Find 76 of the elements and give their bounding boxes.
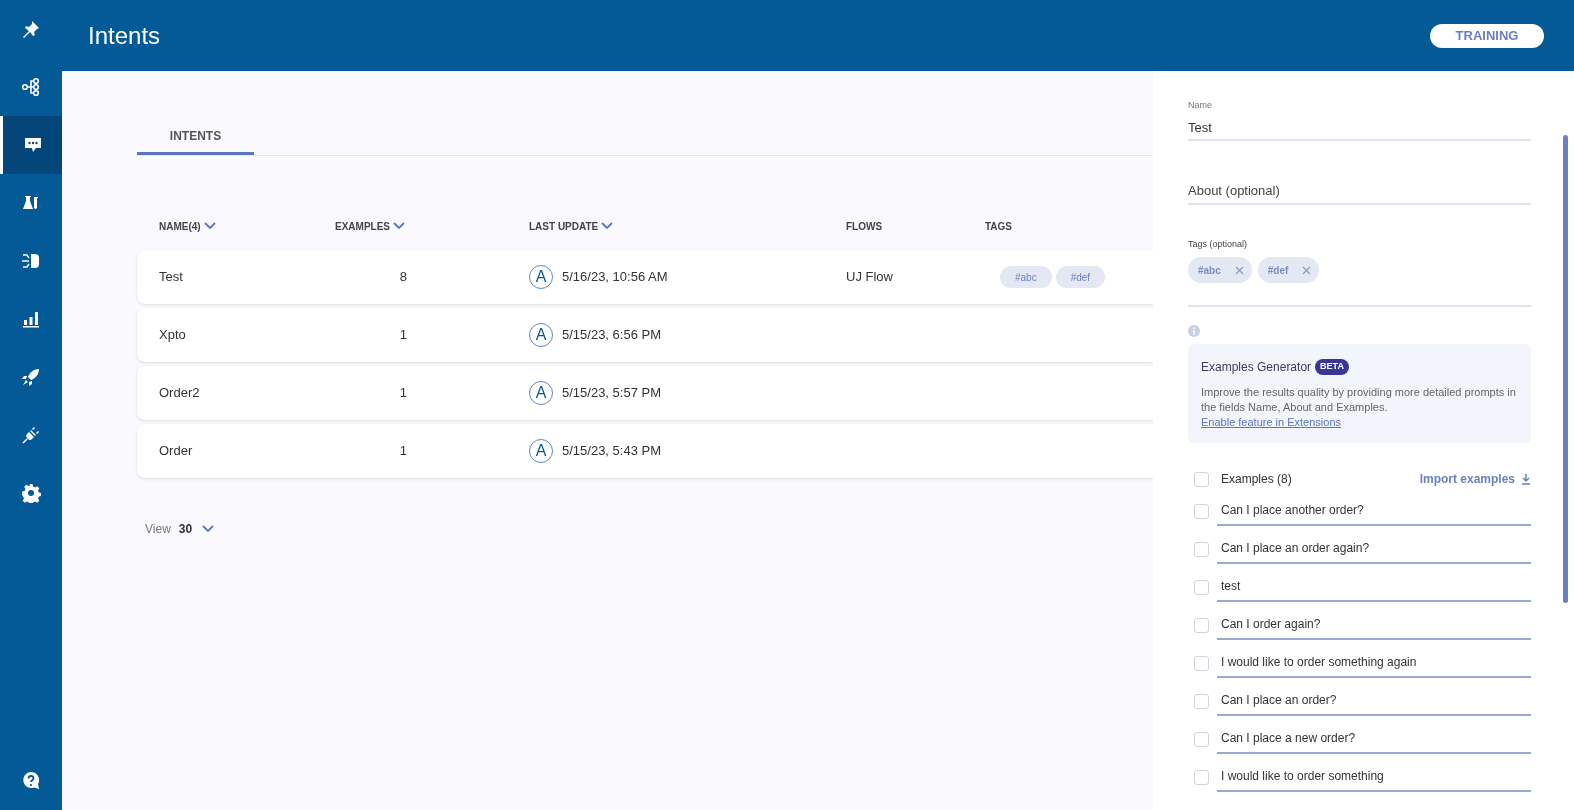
checkbox[interactable] xyxy=(1194,541,1209,557)
table-cell-text: 5/15/23, 5:43 PM xyxy=(562,442,661,461)
example-field[interactable]: test xyxy=(1217,572,1531,602)
chevron-icon xyxy=(202,525,215,533)
training-button[interactable]: TRAINING xyxy=(1430,23,1544,48)
table-cell: Xpto xyxy=(159,327,186,343)
table-cell: Order2 xyxy=(159,385,200,401)
field-label: Tags (optional) xyxy=(1188,237,1249,251)
table-cell-text: 5/15/23, 5:57 PM xyxy=(562,384,661,403)
table-row[interactable]: Test 8 A 5/16/23, 10:56 AM UJ Flow #abc #def xyxy=(137,250,1153,304)
bar-chart-icon xyxy=(21,309,41,329)
node-tree-icon xyxy=(21,77,41,97)
import-examples-button[interactable]: Import examples xyxy=(1419,470,1531,488)
tag-chip: #def xyxy=(1257,257,1320,283)
table-row[interactable]: Xpto 1 A 5/15/23, 6:56 PM xyxy=(137,308,1153,362)
table-cell-text: 5/16/23, 10:56 AM xyxy=(562,268,668,287)
table-cell: Order xyxy=(159,443,193,459)
column-header[interactable]: EXAMPLES xyxy=(335,218,405,234)
intents-tab[interactable]: INTENTS xyxy=(137,119,254,155)
remove-tag-icon[interactable] xyxy=(1234,265,1244,275)
example-field[interactable]: Can I place another order? xyxy=(1217,496,1531,526)
settings-icon xyxy=(21,483,41,503)
rocket-icon xyxy=(21,367,41,387)
example-field[interactable]: I would like to order something again xyxy=(1217,648,1531,678)
examples-label: Examples (8) xyxy=(1221,471,1292,488)
sidebar-item[interactable] xyxy=(0,116,62,174)
info-icon xyxy=(1188,325,1200,337)
checkbox[interactable] xyxy=(1194,579,1209,595)
table-cell-text: 5/15/23, 6:56 PM xyxy=(562,326,661,345)
plug-icon xyxy=(21,425,41,445)
column-header: FLOWS xyxy=(846,219,883,234)
download-icon xyxy=(1521,473,1531,485)
name-field[interactable]: Test xyxy=(1188,116,1531,141)
remove-tag-icon[interactable] xyxy=(1302,265,1312,275)
example-field[interactable]: Can I order again? xyxy=(1217,610,1531,640)
about-field[interactable]: About (optional) xyxy=(1188,177,1531,205)
generator-description: Improve the results quality by providing more detailed prompts in the fields Name, About and Examples. xyxy=(1201,385,1517,415)
table-cell: UJ Flow xyxy=(846,269,893,285)
tag-chip: #abc xyxy=(1188,257,1252,283)
checkbox[interactable] xyxy=(1194,655,1209,671)
table-row[interactable]: Order 1 A 5/15/23, 5:43 PM xyxy=(137,424,1153,478)
extensions-link[interactable]: Enable feature in Extensions xyxy=(1201,415,1342,430)
pin-icon xyxy=(21,19,41,39)
help-icon xyxy=(21,771,41,791)
chevron-icon xyxy=(601,222,614,230)
example-field[interactable]: I would like to order something xyxy=(1217,762,1531,792)
checkbox[interactable] xyxy=(1194,471,1209,487)
field-label: Name xyxy=(1188,99,1213,112)
example-field[interactable]: Can I place a new order? xyxy=(1217,724,1531,754)
chevron-icon xyxy=(203,222,216,230)
checkbox[interactable] xyxy=(1194,503,1209,519)
checkbox[interactable] xyxy=(1194,617,1209,633)
table-cell-text: 8 xyxy=(398,268,407,287)
column-header[interactable]: LAST UPDATE xyxy=(529,218,614,234)
table-cell: Test xyxy=(159,269,183,285)
checkbox[interactable] xyxy=(1194,693,1209,709)
tag: #def xyxy=(1055,266,1106,288)
view-label: View xyxy=(145,521,171,538)
example-field[interactable]: Can I place an order again? xyxy=(1217,534,1531,564)
page-title: Intents xyxy=(88,20,161,51)
page-size-dropdown[interactable]: 30 xyxy=(178,520,215,538)
column-header[interactable]: NAME(4) xyxy=(159,218,216,234)
brain-circuit-icon xyxy=(21,251,41,271)
chevron-icon xyxy=(393,222,405,230)
beta-badge: BETA xyxy=(1315,359,1349,375)
tag: #abc xyxy=(1000,266,1052,288)
table-cell-text: 1 xyxy=(398,326,407,345)
table-cell-text: 1 xyxy=(398,384,407,403)
column-header: TAGS xyxy=(985,219,1013,234)
table-row[interactable]: Order2 1 A 5/15/23, 5:57 PM xyxy=(137,366,1153,420)
checkbox[interactable] xyxy=(1194,731,1209,747)
checkbox[interactable] xyxy=(1194,769,1209,785)
table-cell-text: 1 xyxy=(398,442,407,461)
scrollbar[interactable] xyxy=(1563,135,1568,603)
example-field[interactable]: Can I place an order? xyxy=(1217,686,1531,716)
generator-title: Examples Generator xyxy=(1201,359,1312,376)
